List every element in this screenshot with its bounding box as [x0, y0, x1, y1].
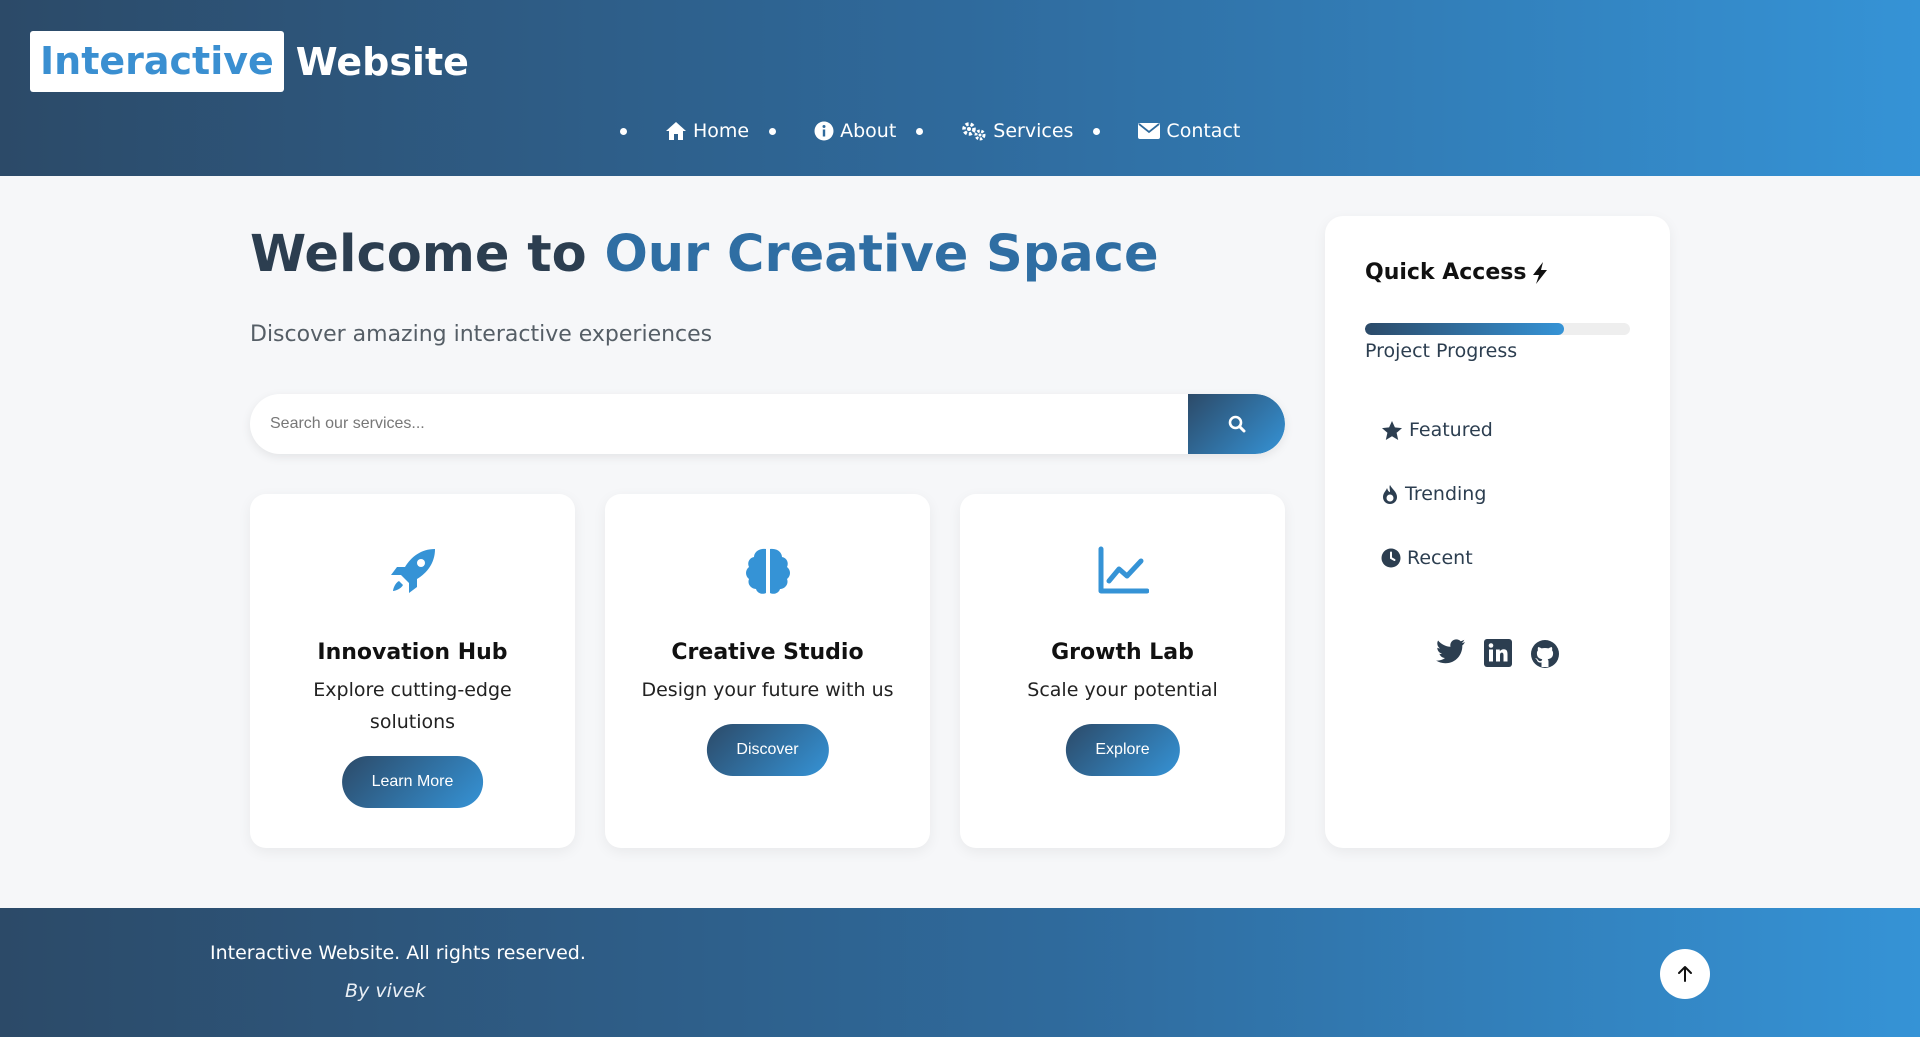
social-links	[1325, 639, 1670, 669]
github-icon[interactable]	[1530, 639, 1560, 669]
main-nav: Home About Services Contact	[600, 115, 1240, 147]
sidebar-item-label: Featured	[1409, 419, 1493, 441]
star-icon	[1382, 420, 1402, 440]
footer-copyright: Interactive Website. All rights reserved…	[210, 942, 586, 964]
chart-line-icon	[1096, 544, 1150, 598]
progress-label: Project Progress	[1365, 340, 1518, 362]
page-title-accent: Our Creative Space	[604, 225, 1159, 284]
nav-services-label: Services	[993, 120, 1074, 142]
arrow-up-icon	[1678, 966, 1692, 982]
home-icon	[666, 122, 686, 140]
site-header: Interactive Website Home About Services …	[0, 0, 1920, 176]
page-subtitle: Discover amazing interactive experiences	[250, 322, 713, 347]
nav-contact-link[interactable]: Contact	[1138, 120, 1240, 142]
sidebar-item-recent[interactable]: Recent	[1381, 547, 1473, 569]
nav-home-label: Home	[693, 120, 750, 142]
logo-text: Website	[295, 39, 469, 84]
progress-bar-fill	[1365, 323, 1564, 335]
discover-button[interactable]: Discover	[706, 724, 829, 776]
nav-services-link[interactable]: Services	[961, 120, 1073, 142]
sidebar-item-label: Trending	[1405, 483, 1487, 505]
scroll-to-top-button[interactable]	[1660, 949, 1710, 999]
gears-icon	[962, 122, 986, 141]
card-description: Design your future with us	[641, 679, 894, 701]
card-innovation-hub: Innovation Hub Explore cutting-edge solu…	[250, 494, 575, 848]
quick-access-title: Quick Access	[1365, 260, 1550, 285]
twitter-icon[interactable]	[1435, 639, 1466, 669]
rocket-icon	[386, 544, 440, 598]
brain-icon	[741, 544, 795, 598]
card-description: Scale your potential	[1027, 679, 1218, 701]
search-icon	[1228, 415, 1245, 433]
progress-bar	[1365, 323, 1630, 335]
search-bar	[250, 394, 1285, 454]
card-description: Explore cutting-edge solutions	[313, 679, 512, 733]
card-title: Growth Lab	[1051, 640, 1194, 665]
quick-access-label: Quick Access	[1365, 260, 1527, 285]
search-button[interactable]	[1188, 394, 1285, 454]
learn-more-button[interactable]: Learn More	[341, 756, 484, 808]
search-input[interactable]	[250, 394, 1188, 454]
linkedin-icon[interactable]	[1483, 639, 1512, 669]
quick-access-panel: Quick Access Project Progress Featured T…	[1325, 216, 1670, 848]
nav-bullet	[769, 127, 777, 135]
card-creative-studio: Creative Studio Design your future with …	[605, 494, 930, 848]
nav-bullet	[916, 127, 924, 135]
nav-home-link[interactable]: Home	[665, 120, 749, 142]
info-icon	[814, 121, 834, 141]
bolt-icon	[1533, 261, 1548, 284]
sidebar-item-trending[interactable]: Trending	[1381, 483, 1486, 505]
nav-about-link[interactable]: About	[814, 120, 896, 142]
nav-contact-label: Contact	[1166, 120, 1241, 142]
page-title-dark: Welcome to	[250, 225, 587, 284]
footer-byline: By vivek	[345, 980, 426, 1002]
nav-bullet	[620, 127, 627, 135]
logo-highlight: Interactive	[30, 31, 284, 92]
sidebar-item-label: Recent	[1407, 547, 1473, 569]
page-title: Welcome to Our Creative Space	[250, 225, 1159, 284]
nav-about-label: About	[840, 120, 897, 142]
envelope-icon	[1138, 123, 1161, 139]
logo[interactable]: Interactive Website	[30, 31, 469, 92]
site-footer: Interactive Website. All rights reserved…	[0, 908, 1920, 1037]
explore-button[interactable]: Explore	[1065, 724, 1180, 776]
card-title: Creative Studio	[671, 640, 864, 665]
nav-bullet	[1093, 127, 1101, 135]
card-title: Innovation Hub	[317, 640, 508, 665]
fire-icon	[1383, 484, 1397, 504]
sidebar-item-featured[interactable]: Featured	[1381, 419, 1493, 441]
clock-icon	[1381, 548, 1401, 568]
card-growth-lab: Growth Lab Scale your potential Explore	[960, 494, 1285, 848]
